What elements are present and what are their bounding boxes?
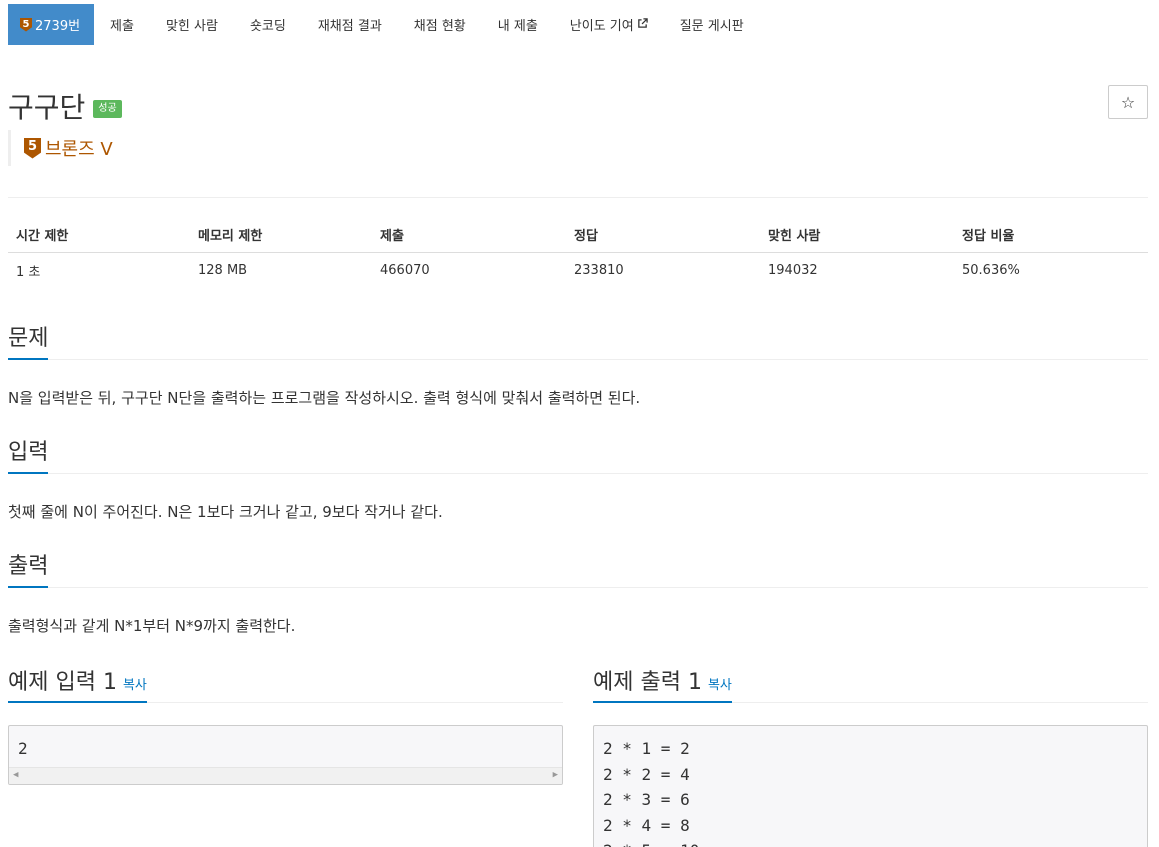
header-solved-users: 맞힌 사람 (760, 218, 954, 253)
tab-solved-users-label: 맞힌 사람 (165, 19, 218, 34)
submissions-value: 466070 (380, 262, 430, 278)
description-section-header: 문제 (8, 320, 1148, 360)
copy-sample-input-button[interactable]: 복사 (123, 678, 147, 693)
input-title: 입력 (8, 434, 49, 474)
memory-limit-value: 128 MB (198, 262, 248, 278)
tab-my-submissions[interactable]: 내 제출 (482, 4, 554, 45)
sample-output-line: 2 * 1 = 2 (603, 739, 690, 758)
problem-info-table: 시간 제한 메모리 제한 제출 정답 맞힌 사람 정답 비율 1 초 128 M… (8, 218, 1148, 288)
sample-input-line: 2 (18, 739, 28, 758)
sample-output-line: 2 * 4 = 8 (603, 815, 690, 835)
bronze-tier-icon: 5 (24, 137, 41, 159)
sample-input-header: 예제 입력 1 복사 (8, 664, 563, 703)
tab-difficulty-contribution[interactable]: 난이도 기여 (554, 4, 664, 45)
input-text: 첫째 줄에 N이 주어진다. N은 1보다 크거나 같고, 9보다 작거나 같다… (8, 503, 443, 521)
sample-input-box[interactable]: 2 ◀ ▶ (8, 725, 563, 785)
tab-question-board[interactable]: 질문 게시판 (664, 4, 760, 45)
tab-judge-status[interactable]: 채점 현황 (398, 4, 482, 45)
input-section-header: 입력 (8, 434, 1148, 474)
sample-output-line: 2 * 2 = 4 (603, 764, 690, 784)
tab-problem[interactable]: 5 2739번 (8, 4, 95, 45)
bronze-tier-icon: 5 (20, 17, 32, 32)
description-text: N을 입력받은 뒤, 구구단 N단을 출력하는 프로그램을 작성하시오. 출력 … (8, 389, 641, 407)
sample-output-header: 예제 출력 1 복사 (593, 664, 1148, 703)
problem-title: 구구단 (8, 91, 86, 124)
copy-sample-output-button[interactable]: 복사 (708, 678, 732, 693)
sample-input-title: 예제 입력 1 (8, 670, 117, 695)
output-text: 출력형식과 같게 N*1부터 N*9까지 출력한다. (8, 617, 296, 635)
tab-submit-label: 제출 (110, 19, 134, 34)
sample-output-box[interactable]: 2 * 1 = 2 2 * 2 = 4 2 * 3 = 6 2 * 4 = 8 … (593, 725, 1148, 847)
problem-title-row: 구구단 성공 (8, 86, 122, 126)
star-icon: ☆ (1120, 92, 1136, 112)
sample-output-title-wrap: 예제 출력 1 복사 (593, 664, 732, 703)
scroll-left-arrow-icon[interactable]: ◀ (13, 770, 18, 780)
header-submissions: 제출 (372, 218, 566, 253)
sample-input-title-wrap: 예제 입력 1 복사 (8, 664, 147, 703)
description-title: 문제 (8, 320, 49, 360)
table-header-row: 시간 제한 메모리 제한 제출 정답 맞힌 사람 정답 비율 (8, 218, 1148, 253)
problem-menu-tabs: 5 2739번 제출 맞힌 사람 숏코딩 재채점 결과 채점 현황 내 제출 난… (8, 4, 760, 45)
output-section-header: 출력 (8, 548, 1148, 588)
scroll-right-arrow-icon[interactable]: ▶ (553, 770, 558, 780)
tab-short-coding[interactable]: 숏코딩 (234, 4, 302, 45)
header-memory-limit: 메모리 제한 (190, 218, 372, 253)
problem-tier: 5 브론즈 V (8, 130, 113, 166)
accepted-value: 233810 (574, 262, 624, 278)
horizontal-scrollbar[interactable]: ◀ ▶ (9, 767, 562, 784)
header-accepted: 정답 (566, 218, 760, 253)
header-accept-ratio: 정답 비율 (954, 218, 1148, 253)
accept-ratio-value: 50.636% (962, 262, 1020, 278)
table-row: 1 초 128 MB 466070 233810 194032 50.636% (8, 252, 1148, 288)
tab-my-submissions-label: 내 제출 (497, 19, 538, 34)
external-link-icon (637, 17, 648, 32)
tab-short-coding-label: 숏코딩 (249, 19, 286, 34)
tab-rejudge-results-label: 재채점 결과 (317, 19, 382, 34)
sample-output-title: 예제 출력 1 (593, 670, 702, 695)
sample-output-line: 2 * 5 = 10 (603, 838, 1138, 847)
tab-problem-label: 2739번 (35, 19, 81, 34)
divider (8, 197, 1148, 198)
status-badge: 성공 (93, 100, 122, 118)
time-limit-value: 1 초 (16, 264, 41, 280)
favorite-star-button[interactable]: ☆ (1108, 85, 1148, 119)
tab-solved-users[interactable]: 맞힌 사람 (150, 4, 234, 45)
tab-question-board-label: 질문 게시판 (679, 19, 744, 34)
sample-output-line: 2 * 3 = 6 (603, 790, 690, 810)
tab-judge-status-label: 채점 현황 (413, 19, 466, 34)
tier-name: 브론즈 V (45, 139, 113, 160)
header-time-limit: 시간 제한 (8, 218, 190, 253)
solved-users-value: 194032 (768, 262, 818, 278)
tab-difficulty-contribution-label: 난이도 기여 (569, 19, 634, 34)
tab-rejudge-results[interactable]: 재채점 결과 (302, 4, 398, 45)
tab-submit[interactable]: 제출 (94, 4, 150, 45)
output-title: 출력 (8, 548, 49, 588)
